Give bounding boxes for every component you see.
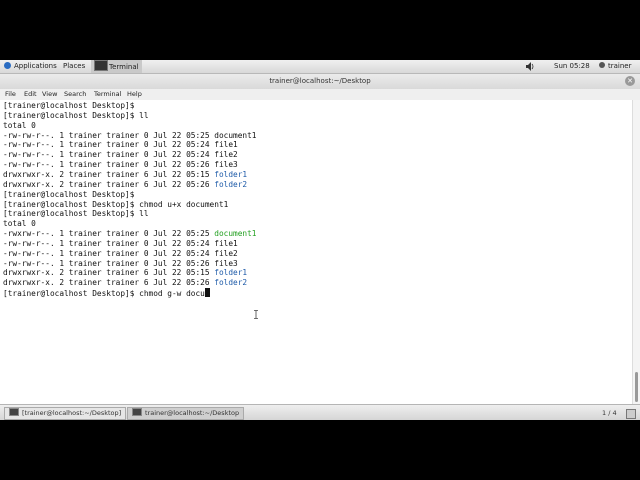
- applications-menu[interactable]: Applications: [4, 60, 57, 73]
- directory-name: folder2: [214, 179, 248, 189]
- window-titlebar[interactable]: trainer@localhost:~/Desktop ✕: [0, 74, 640, 89]
- workspace-pager[interactable]: 1 / 4: [602, 405, 617, 420]
- terminal-line-text: [trainer@localhost Desktop]$: [3, 189, 135, 199]
- terminal-line: drwxrwxr-x. 2 trainer trainer 6 Jul 22 0…: [3, 268, 247, 278]
- directory-name: folder2: [214, 278, 248, 288]
- terminal-line-text: [trainer@localhost Desktop]$: [3, 101, 135, 110]
- task-terminal-inactive[interactable]: [trainer@localhost:~/Desktop]: [4, 407, 127, 420]
- close-icon[interactable]: ✕: [625, 76, 635, 86]
- terminal-line: -rw-rw-r--. 1 trainer trainer 0 Jul 22 0…: [3, 131, 257, 141]
- terminal-line: -rw-rw-r--. 1 trainer trainer 0 Jul 22 0…: [3, 150, 238, 160]
- file-name: file3: [214, 258, 238, 268]
- terminal-line-text: -rw-rw-r--. 1 trainer trainer 0 Jul 22 0…: [3, 258, 215, 268]
- terminal-line-text: drwxrwxr-x. 2 trainer trainer 6 Jul 22 0…: [3, 169, 215, 179]
- file-name: file2: [214, 150, 238, 160]
- terminal-line: [trainer@localhost Desktop]$ ll: [3, 111, 149, 121]
- terminal-line-text: [trainer@localhost Desktop]$ chmod g-w d…: [3, 289, 205, 299]
- terminal-app-menu[interactable]: Terminal: [91, 60, 142, 73]
- terminal-line: -rw-rw-r--. 1 trainer trainer 0 Jul 22 0…: [3, 249, 238, 259]
- applications-icon: [4, 62, 11, 69]
- terminal-output[interactable]: [trainer@localhost Desktop]$ [trainer@loc…: [0, 100, 632, 404]
- workspace-icon[interactable]: [626, 409, 636, 419]
- bottom-taskbar: [trainer@localhost:~/Desktop] trainer@lo…: [0, 404, 640, 420]
- task-terminal-active[interactable]: trainer@localhost:~/Desktop: [127, 407, 245, 420]
- file-name: document1: [214, 229, 257, 239]
- terminal-line: [trainer@localhost Desktop]$: [3, 190, 134, 200]
- terminal-line: -rw-rw-r--. 1 trainer trainer 0 Jul 22 0…: [3, 239, 238, 249]
- terminal-line-text: [trainer@localhost Desktop]$ ll: [3, 209, 149, 219]
- terminal-line: -rw-rw-r--. 1 trainer trainer 0 Jul 22 0…: [3, 259, 238, 269]
- desktop-screen: Applications Places Terminal Sun 05:28 t…: [0, 60, 640, 420]
- file-name: file1: [214, 238, 238, 248]
- terminal-scrollbar[interactable]: [632, 100, 640, 404]
- terminal-line-text: -rw-rw-r--. 1 trainer trainer 0 Jul 22 0…: [3, 248, 215, 258]
- terminal-line-text: -rw-rw-r--. 1 trainer trainer 0 Jul 22 0…: [3, 150, 215, 160]
- terminal-line-text: drwxrwxr-x. 2 trainer trainer 6 Jul 22 0…: [3, 268, 215, 278]
- user-menu[interactable]: trainer: [599, 60, 631, 73]
- terminal-line: -rw-rw-r--. 1 trainer trainer 0 Jul 22 0…: [3, 140, 238, 150]
- text-cursor: [204, 288, 210, 298]
- terminal-line: total 0: [3, 121, 36, 131]
- terminal-line: -rw-rw-r--. 1 trainer trainer 0 Jul 22 0…: [3, 160, 238, 170]
- file-name: document1: [214, 130, 257, 140]
- menu-file[interactable]: File: [5, 89, 16, 100]
- scrollbar-thumb[interactable]: [635, 372, 638, 402]
- terminal-line: [trainer@localhost Desktop]$ chmod g-w d…: [3, 288, 210, 299]
- file-name: file1: [214, 140, 238, 150]
- terminal-line: drwxrwxr-x. 2 trainer trainer 6 Jul 22 0…: [3, 278, 247, 288]
- file-name: file2: [214, 248, 238, 258]
- terminal-line: drwxrwxr-x. 2 trainer trainer 6 Jul 22 0…: [3, 180, 247, 190]
- top-panel: Applications Places Terminal Sun 05:28 t…: [0, 60, 640, 74]
- terminal-line-text: -rw-rw-r--. 1 trainer trainer 0 Jul 22 0…: [3, 160, 215, 170]
- window-title: trainer@localhost:~/Desktop: [269, 77, 371, 85]
- terminal-icon: [94, 60, 108, 71]
- user-icon: [599, 62, 605, 68]
- clock[interactable]: Sun 05:28: [554, 60, 590, 73]
- terminal-line-text: -rwxrw-r--. 1 trainer trainer 0 Jul 22 0…: [3, 229, 215, 239]
- terminal-line-text: total 0: [3, 219, 36, 229]
- menu-terminal[interactable]: Terminal: [94, 89, 121, 100]
- volume-icon[interactable]: [526, 62, 534, 71]
- menu-edit[interactable]: Edit: [24, 89, 37, 100]
- menu-search[interactable]: Search: [64, 89, 86, 100]
- directory-name: folder1: [214, 169, 248, 179]
- terminal-line-text: drwxrwxr-x. 2 trainer trainer 6 Jul 22 0…: [3, 278, 215, 288]
- terminal-line-text: total 0: [3, 120, 36, 130]
- menu-help[interactable]: Help: [127, 89, 142, 100]
- terminal-line: total 0: [3, 219, 36, 229]
- terminal-line-text: -rw-rw-r--. 1 trainer trainer 0 Jul 22 0…: [3, 238, 215, 248]
- terminal-line: drwxrwxr-x. 2 trainer trainer 6 Jul 22 0…: [3, 170, 247, 180]
- terminal-line-text: [trainer@localhost Desktop]$ chmod u+x d…: [3, 199, 229, 209]
- terminal-line: -rwxrw-r--. 1 trainer trainer 0 Jul 22 0…: [3, 229, 257, 239]
- terminal-icon: [9, 408, 19, 416]
- places-menu[interactable]: Places: [63, 60, 85, 73]
- terminal-line-text: -rw-rw-r--. 1 trainer trainer 0 Jul 22 0…: [3, 130, 215, 140]
- terminal-line-text: -rw-rw-r--. 1 trainer trainer 0 Jul 22 0…: [3, 140, 215, 150]
- terminal-line: [trainer@localhost Desktop]$ ll: [3, 209, 149, 219]
- terminal-line-text: [trainer@localhost Desktop]$ ll: [3, 110, 149, 120]
- terminal-line-text: drwxrwxr-x. 2 trainer trainer 6 Jul 22 0…: [3, 179, 215, 189]
- menu-view[interactable]: View: [42, 89, 57, 100]
- mouse-cursor-icon: [254, 310, 258, 319]
- file-name: file3: [214, 160, 238, 170]
- terminal-icon: [132, 408, 142, 416]
- directory-name: folder1: [214, 268, 248, 278]
- terminal-line: [trainer@localhost Desktop]$ chmod u+x d…: [3, 200, 228, 210]
- terminal-line: [trainer@localhost Desktop]$: [3, 101, 134, 111]
